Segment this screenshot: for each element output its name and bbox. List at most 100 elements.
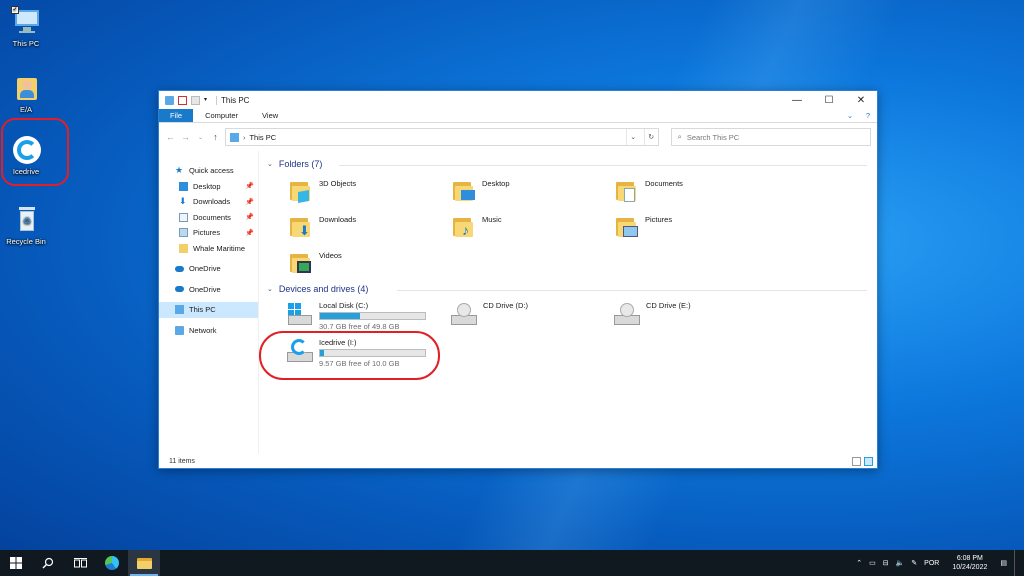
nav-documents[interactable]: Documents 📌 [159,210,258,226]
ribbon: File Computer View ⌄ ? [159,109,877,123]
pc-icon [175,305,184,315]
music-folder-icon: ♪ [452,215,476,239]
quick-access-toolbar: ▾ [165,95,210,105]
customize-icon[interactable]: ▾ [204,96,210,105]
search-box[interactable]: ⌕ Search This PC [670,128,871,146]
tab-file[interactable]: File [159,109,194,122]
search-taskbar-button[interactable] [32,550,64,576]
user-folder-icon [11,72,41,102]
start-button[interactable] [0,550,32,576]
expand-ribbon-icon[interactable]: ⌄ [841,109,859,122]
folder-icon [179,243,188,253]
new-folder-icon[interactable] [191,95,200,105]
title-bar[interactable]: ▾ This PC — ☐ ✕ [159,91,877,109]
nav-network[interactable]: Network [159,323,258,339]
folder-pictures[interactable]: Pictures [615,215,672,239]
drive-name: Local Disk (C:) [319,301,369,310]
clock[interactable]: 6:08 PM 10/24/2022 [946,554,993,572]
desktop-icon [179,181,188,191]
drive-cd-d[interactable]: CD Drive (D:) [449,301,528,327]
close-button[interactable]: ✕ [845,91,877,109]
folder-documents[interactable]: Documents [615,179,683,203]
desktop-icon-user-folder[interactable]: E/A [0,72,52,114]
status-bar: 11 items [159,454,877,468]
nav-onedrive-1[interactable]: OneDrive [159,261,258,277]
folder-3d-objects[interactable]: 3D Objects [289,179,356,203]
folder-desktop[interactable]: Desktop [452,179,510,203]
folder-downloads[interactable]: ⬇ Downloads [289,215,356,239]
back-button[interactable]: ← [165,132,176,142]
recycle-bin-icon: ♻ [11,204,41,234]
drives-group-header[interactable]: ⌄ Devices and drives (4) [267,284,368,294]
folder-icon [136,557,152,569]
cloud-icon [175,286,184,293]
computer-icon: ✓ [11,6,41,36]
drive-cd-e[interactable]: CD Drive (E:) [612,301,691,327]
pictures-folder-icon [615,215,639,239]
address-row: ← → ⌄ ↑ › This PC ⌄ ↻ ⌕ Search This PC [159,123,877,151]
folder-music[interactable]: ♪ Music [452,215,502,239]
task-view-icon [73,557,87,567]
nav-onedrive-2[interactable]: OneDrive [159,282,258,298]
recent-locations-button[interactable]: ⌄ [195,134,206,141]
nav-quick-access[interactable]: ★ Quick access [159,163,258,179]
windows-logo-icon [10,557,22,569]
tab-computer[interactable]: Computer [193,109,250,122]
system-tray: ⌃ ▭ ⊟ 🔈 ✎ POR 6:08 PM 10/24/2022 ▤ [856,550,1024,576]
tablet-icon[interactable]: ▭ [869,559,876,567]
details-view-icon[interactable] [852,456,861,466]
properties-icon[interactable] [178,95,187,105]
pictures-icon [179,228,188,238]
folders-group-header[interactable]: ⌄ Folders (7) [267,159,322,169]
network-icon[interactable]: ⊟ [883,559,889,567]
help-icon[interactable]: ? [859,109,877,122]
nav-whale-maritime[interactable]: Whale Maritime [159,241,258,257]
downloads-folder-icon: ⬇ [289,215,313,239]
pen-icon[interactable]: ✎ [911,559,917,567]
taskbar: ⌃ ▭ ⊟ 🔈 ✎ POR 6:08 PM 10/24/2022 ▤ [0,550,1024,576]
file-explorer-taskbar-button[interactable] [128,550,160,576]
drive-usage-bar [319,312,426,320]
search-icon [42,557,54,569]
desktop-icon-this-pc[interactable]: ✓ This PC [0,6,52,48]
desktop-icon-label: Recycle Bin [6,237,46,246]
documents-folder-icon [615,179,639,203]
refresh-icon[interactable]: ↻ [643,129,658,145]
item-count: 11 items [169,457,195,465]
up-button[interactable]: ↑ [210,132,221,142]
tab-view[interactable]: View [250,109,290,122]
download-arrow-icon: ⬇ [179,196,187,207]
volume-icon[interactable]: 🔈 [896,559,905,567]
show-desktop-button[interactable] [1014,550,1018,576]
large-icons-view-icon[interactable] [864,456,873,466]
task-view-button[interactable] [64,550,96,576]
drive-usage-fill [320,313,360,319]
pc-icon[interactable] [165,95,174,105]
desktop-folder-icon [452,179,476,203]
star-icon: ★ [175,165,184,176]
explorer-body: ★ Quick access Desktop 📌 ⬇ Downloads 📌 D… [159,151,877,454]
maximize-button[interactable]: ☐ [813,91,845,109]
nav-this-pc[interactable]: This PC [159,302,258,318]
address-path: This PC [249,132,277,142]
language-indicator[interactable]: POR [924,560,939,567]
notifications-icon[interactable]: ▤ [1000,559,1007,567]
nav-downloads[interactable]: ⬇ Downloads 📌 [159,194,258,210]
edge-taskbar-button[interactable] [96,550,128,576]
show-hidden-icons-icon[interactable]: ⌃ [856,559,862,567]
minimize-button[interactable]: — [781,91,813,109]
address-bar[interactable]: › This PC ⌄ ↻ [224,128,659,146]
desktop-icon-recycle-bin[interactable]: ♻ Recycle Bin [0,204,52,246]
clock-date: 10/24/2022 [952,564,988,571]
nav-pictures[interactable]: Pictures 📌 [159,225,258,241]
forward-button[interactable]: → [180,132,191,142]
nav-desktop[interactable]: Desktop 📌 [159,179,258,195]
drive-local-disk-c[interactable]: Local Disk (C:) 30.7 GB free of 49.8 GB [285,301,426,331]
desktop-icon-label: This PC [12,39,40,48]
desktop-icon-label: E/A [19,105,33,114]
address-dropdown-icon[interactable]: ⌄ [625,129,640,145]
highlight-oval-desktop [1,118,69,186]
folder-videos[interactable]: Videos [289,251,342,275]
chevron-down-icon: ⌄ [267,161,273,168]
drive-name: CD Drive (E:) [646,301,691,310]
